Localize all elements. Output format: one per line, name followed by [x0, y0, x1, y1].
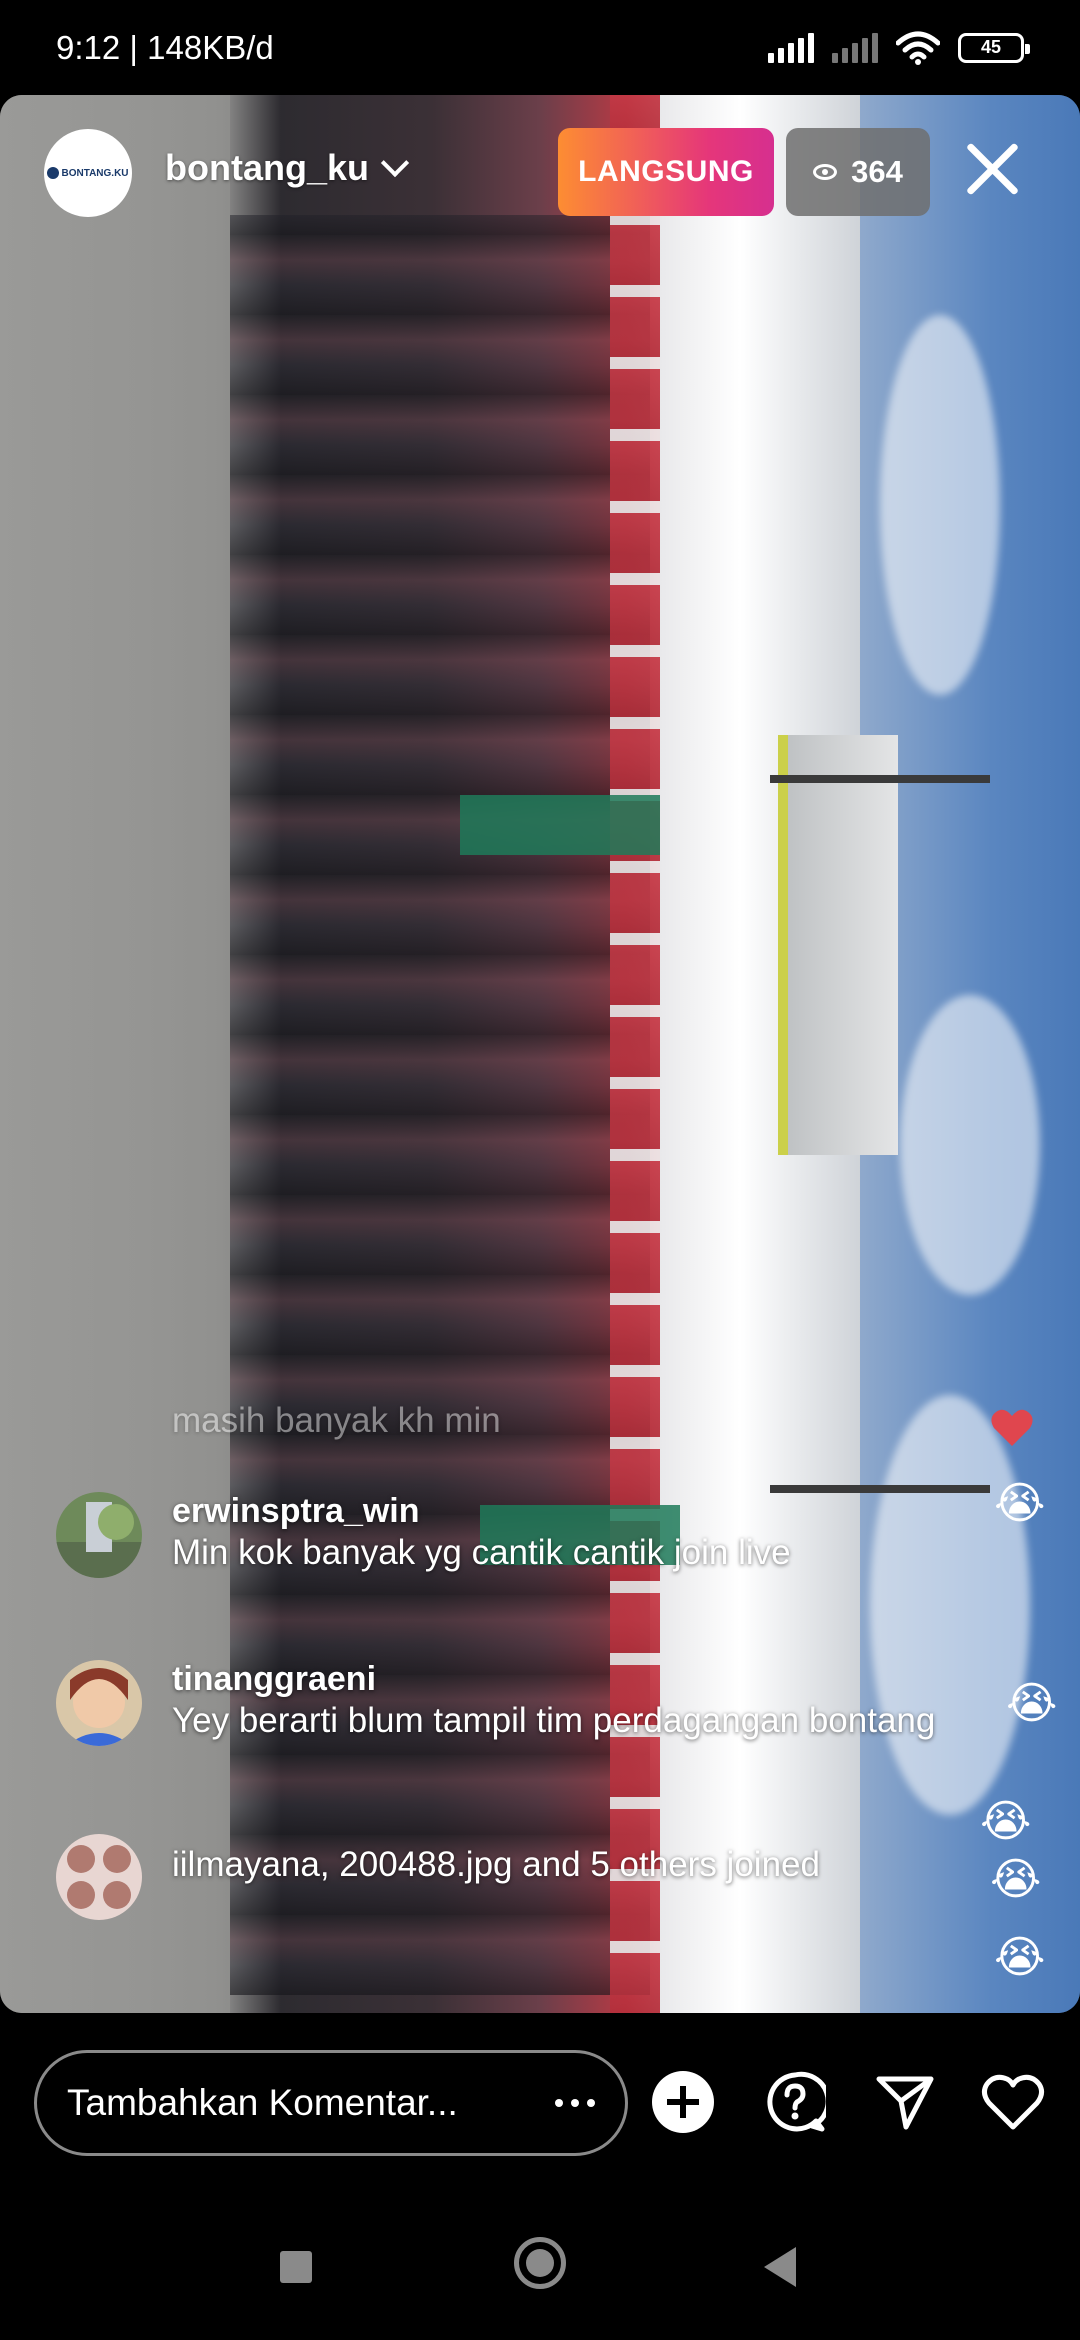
question-button[interactable] [760, 2067, 830, 2137]
avatar-logo: BONTANG.KU [47, 167, 129, 179]
status-icons: 45 [768, 31, 1030, 65]
home-button[interactable] [514, 2237, 566, 2289]
send-icon [876, 2076, 934, 2130]
battery-icon: 45 [958, 32, 1030, 63]
crying-face-icon: 😭 [990, 1855, 1042, 1904]
send-button[interactable] [870, 2067, 940, 2137]
live-badge: LANGSUNG [558, 128, 774, 216]
video-power-pole [770, 775, 990, 783]
add-button[interactable] [648, 2067, 718, 2137]
crying-face-icon: 😭 [994, 1933, 1046, 1982]
like-button[interactable] [978, 2067, 1048, 2137]
close-button[interactable] [962, 139, 1022, 199]
system-nav-bar [0, 2193, 1080, 2340]
status-bar: 9:12 | 148KB/d 45 [0, 0, 1080, 95]
add-icon [652, 2071, 714, 2133]
floating-heart-icon [991, 1409, 1033, 1446]
crying-face-icon: 😭 [1006, 1679, 1058, 1728]
comment-placeholder: Tambahkan Komentar... [67, 2082, 458, 2123]
bottom-bar: Tambahkan Komentar... [0, 2013, 1080, 2193]
username: bontang_ku [165, 147, 369, 188]
status-time-speed: 9:12 | 148KB/d [56, 28, 274, 66]
comment-avatar[interactable] [56, 1492, 142, 1578]
crying-face-icon: 😭 [980, 1797, 1032, 1846]
more-icon[interactable] [555, 2099, 595, 2107]
comment-avatar[interactable] [56, 1660, 142, 1746]
viewer-count: 364 [851, 154, 903, 189]
video-cloud [870, 1395, 1030, 1815]
video-green-band [460, 795, 660, 855]
question-icon [767, 2071, 826, 2132]
comment-avatar-image [56, 1660, 142, 1746]
video-cloud [900, 995, 1040, 1295]
back-button[interactable] [764, 2247, 796, 2287]
comment-text: Yey berarti blum tampil tim perdagangan … [172, 1701, 936, 1740]
chevron-down-icon [380, 148, 410, 178]
avatar-logo-icon [47, 167, 60, 179]
video-building [778, 735, 898, 1155]
comment-avatar-image [56, 1492, 142, 1578]
comment-avatar[interactable] [56, 1834, 142, 1920]
recents-button[interactable] [280, 2251, 312, 2283]
crying-face-icon: 😭 [994, 1479, 1046, 1528]
join-notice-text: iilmayana, 200488.jpg and 5 others joine… [172, 1845, 820, 1884]
comment-text: masih banyak kh min [172, 1401, 501, 1440]
signal-icon [768, 32, 814, 63]
heart-icon [981, 2074, 1045, 2130]
viewer-count-badge[interactable]: 364 [786, 128, 930, 216]
username-dropdown[interactable]: bontang_ku [165, 147, 410, 189]
video-power-pole [770, 1485, 990, 1493]
avatar-logo-text: BONTANG.KU [61, 167, 129, 179]
avatar[interactable]: BONTANG.KU [44, 129, 132, 217]
live-header: BONTANG.KU bontang_ku LANGSUNG 364 [0, 95, 1080, 250]
comment-avatar-image [56, 1834, 142, 1920]
eye-icon [813, 164, 838, 180]
comment-text: Min kok banyak yg cantik cantik join liv… [172, 1533, 791, 1572]
video-cloud [880, 315, 1000, 695]
wifi-icon [896, 31, 940, 65]
comment-input[interactable]: Tambahkan Komentar... [34, 2050, 628, 2156]
signal-secondary-icon [832, 32, 878, 63]
